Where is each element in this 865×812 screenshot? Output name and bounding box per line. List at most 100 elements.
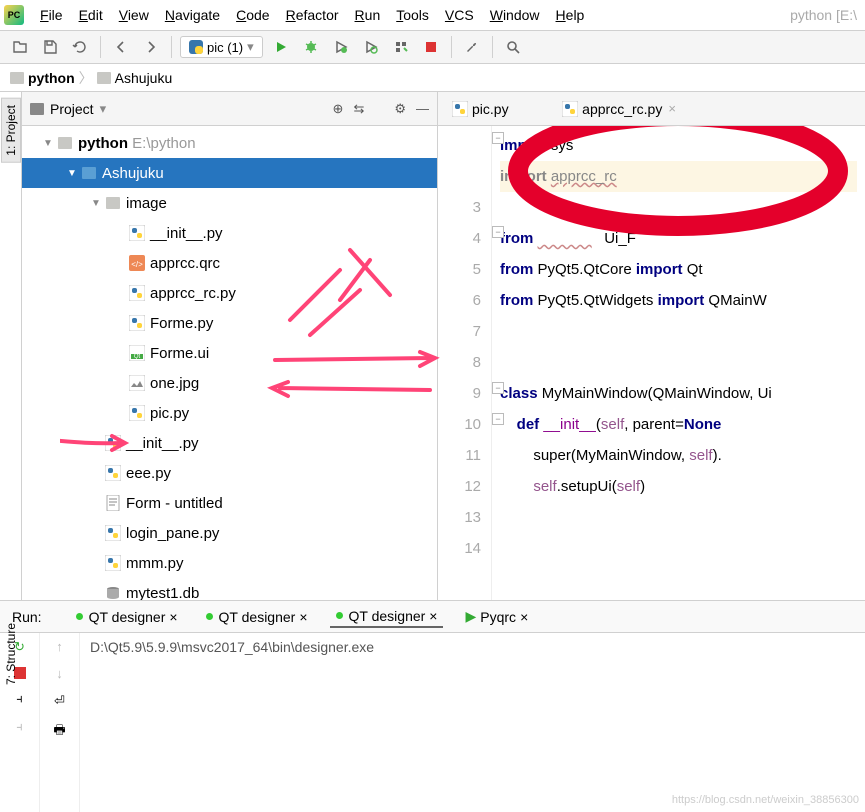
menu-window[interactable]: Window — [484, 5, 546, 25]
tree-item[interactable]: __init__.py — [22, 218, 437, 248]
tree-item[interactable]: </>apprcc.qrc — [22, 248, 437, 278]
svg-text:</>: </> — [131, 260, 143, 269]
app-logo-icon: PC — [4, 5, 24, 25]
menu-tools[interactable]: Tools — [390, 5, 435, 25]
window-title-path: python [E:\ — [790, 7, 861, 23]
py-icon — [128, 224, 146, 242]
tree-item[interactable]: ▼Ashujuku — [22, 158, 437, 188]
breadcrumb-root[interactable]: python — [28, 70, 75, 86]
stop-icon[interactable] — [419, 35, 443, 59]
menu-edit[interactable]: Edit — [73, 5, 109, 25]
code-editor[interactable]: import sysimport apprcc_rcfrom Ui_Ffrom … — [492, 126, 865, 600]
tree-item[interactable]: eee.py — [22, 458, 437, 488]
chevron-down-icon: ▾ — [247, 39, 254, 55]
project-tree[interactable]: ▼python E:\python▼Ashujuku▼image__init__… — [22, 126, 437, 600]
qrc-icon: </> — [128, 254, 146, 272]
folder-gray-icon — [56, 134, 74, 152]
project-icon — [30, 103, 44, 115]
menu-run[interactable]: Run — [349, 5, 387, 25]
run-config-selector[interactable]: pic (1) ▾ — [180, 36, 263, 58]
run-toolbar-2: ↑ ↓ ⏎ 🖶 — [40, 633, 80, 812]
close-icon[interactable]: × — [169, 609, 177, 625]
run-tab[interactable]: QT designer × — [70, 606, 184, 628]
attach-icon[interactable] — [389, 35, 413, 59]
python-icon — [562, 101, 578, 117]
breadcrumb: python 〉 Ashujuku — [0, 64, 865, 92]
close-icon[interactable]: × — [299, 609, 307, 625]
watermark: https://blog.csdn.net/weixin_38856300 — [672, 794, 859, 806]
tree-item[interactable]: __init__.py — [22, 428, 437, 458]
run-output[interactable]: D:\Qt5.9\5.9.9\msvc2017_64\bin\designer.… — [80, 633, 865, 812]
project-panel: Project ▾ ⊕ ⇆ ⚙ — ▼python E:\python▼Ashu… — [22, 92, 438, 600]
fold-icon[interactable]: − — [492, 132, 504, 144]
minimize-icon[interactable]: — — [416, 101, 429, 117]
editor-area: pic.py ×apprcc_rc.py× 34567891011121314 −… — [438, 92, 865, 600]
fold-icon[interactable]: − — [492, 413, 504, 425]
save-icon[interactable] — [38, 35, 62, 59]
close-icon[interactable]: × — [668, 101, 676, 116]
fold-icon[interactable]: − — [492, 382, 504, 394]
search-icon[interactable] — [501, 35, 525, 59]
fold-icon[interactable]: − — [492, 226, 504, 238]
refresh-icon[interactable] — [68, 35, 92, 59]
coverage-icon[interactable] — [329, 35, 353, 59]
menu-code[interactable]: Code — [230, 5, 275, 25]
svg-text:Qt: Qt — [134, 354, 141, 360]
folder-blue-icon — [80, 164, 98, 182]
editor-tab[interactable]: pic.py — [444, 97, 517, 121]
tree-item[interactable]: Forme.py — [22, 308, 437, 338]
py-icon — [104, 464, 122, 482]
line-gutter: 34567891011121314 — [438, 126, 492, 600]
run-tab[interactable]: ▶ Pyqrc × — [459, 606, 534, 628]
tree-item[interactable]: mytest1.db — [22, 578, 437, 600]
close-icon[interactable]: × — [520, 609, 528, 625]
run-config-label: pic (1) — [207, 40, 243, 55]
wrap-icon[interactable]: ⏎ — [54, 693, 65, 709]
debug-icon[interactable] — [299, 35, 323, 59]
panel-title[interactable]: Project — [50, 101, 94, 117]
menu-help[interactable]: Help — [550, 5, 591, 25]
tree-item[interactable]: login_pane.py — [22, 518, 437, 548]
tree-item[interactable]: ▼image — [22, 188, 437, 218]
chevron-down-icon: ▾ — [100, 101, 107, 117]
gear-icon[interactable]: ⚙ — [394, 101, 406, 117]
tree-item[interactable]: one.jpg — [22, 368, 437, 398]
tree-item[interactable]: pic.py — [22, 398, 437, 428]
menu-view[interactable]: View — [113, 5, 155, 25]
run-tab[interactable]: QT designer × — [330, 606, 444, 628]
structure-tool-tab[interactable]: 7: Structure — [1, 616, 21, 692]
back-icon[interactable] — [109, 35, 133, 59]
left-tool-strip: 1: Project — [0, 92, 22, 600]
menu-vcs[interactable]: VCS — [439, 5, 480, 25]
profile-icon[interactable] — [359, 35, 383, 59]
tree-item[interactable]: QtForme.ui — [22, 338, 437, 368]
forward-icon[interactable] — [139, 35, 163, 59]
tree-item[interactable]: mmm.py — [22, 548, 437, 578]
py-icon — [128, 284, 146, 302]
editor-tab[interactable]: apprcc_rc.py× — [554, 97, 684, 121]
print-icon[interactable]: 🖶 — [53, 721, 65, 743]
run-tab[interactable]: QT designer × — [200, 606, 314, 628]
txt-icon — [104, 494, 122, 512]
collapse-icon[interactable]: ⇆ — [353, 101, 364, 117]
py-icon — [104, 434, 122, 452]
menu-bar: PC FileEditViewNavigateCodeRefactorRunTo… — [0, 0, 865, 30]
wrench-icon[interactable] — [460, 35, 484, 59]
tree-item[interactable]: apprcc_rc.py — [22, 278, 437, 308]
close-icon[interactable]: × — [429, 608, 437, 624]
target-icon[interactable]: ⊕ — [333, 101, 344, 117]
run-icon[interactable] — [269, 35, 293, 59]
breadcrumb-child[interactable]: Ashujuku — [115, 70, 173, 86]
db-icon — [104, 584, 122, 600]
menu-file[interactable]: File — [34, 5, 69, 25]
up-icon[interactable]: ↑ — [56, 639, 63, 654]
folder-icon — [10, 72, 24, 84]
open-icon[interactable] — [8, 35, 32, 59]
python-icon — [189, 40, 203, 54]
down-icon[interactable]: ↓ — [56, 666, 63, 681]
tree-item[interactable]: Form - untitled — [22, 488, 437, 518]
menu-refactor[interactable]: Refactor — [280, 5, 345, 25]
menu-navigate[interactable]: Navigate — [159, 5, 226, 25]
tree-item[interactable]: ▼python E:\python — [22, 128, 437, 158]
project-tool-tab[interactable]: 1: Project — [1, 98, 21, 163]
